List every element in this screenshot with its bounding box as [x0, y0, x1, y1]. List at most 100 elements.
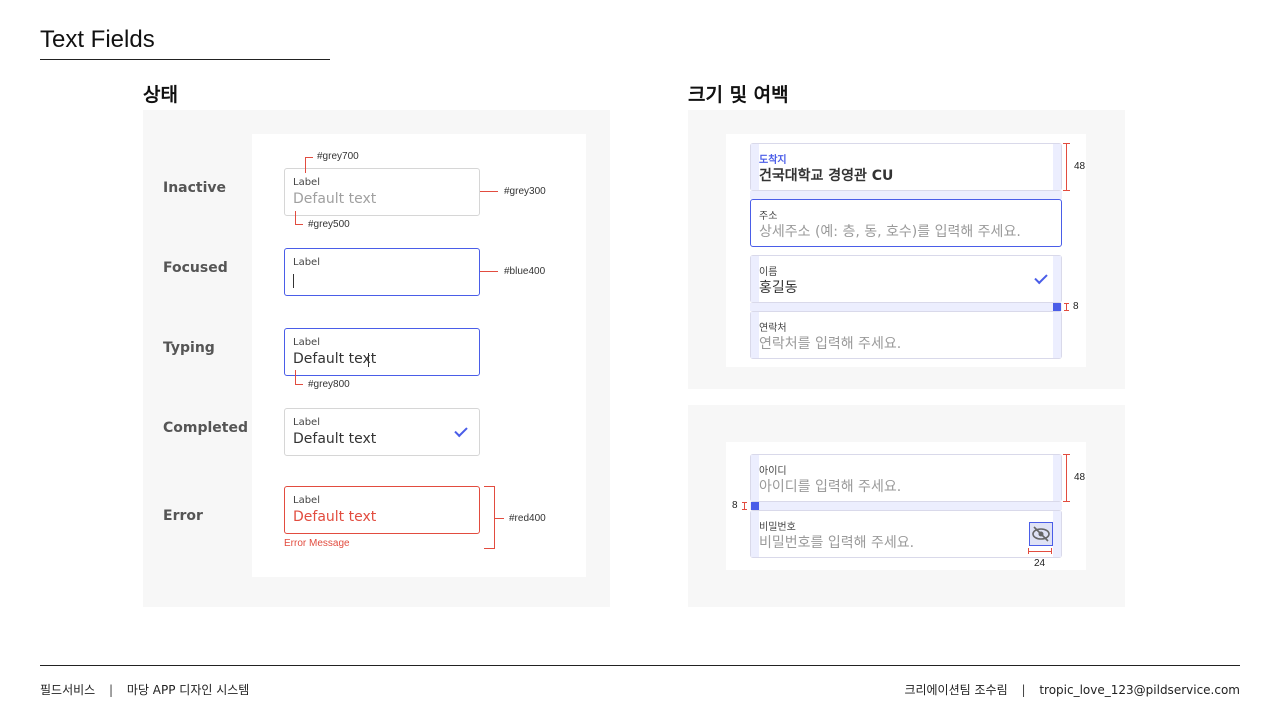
field-value: 건국대학교 경영관 CU [759, 168, 894, 184]
note-grey800: #grey800 [308, 379, 350, 390]
annotation-line [480, 271, 498, 272]
completed-text-field[interactable]: Label Default text [284, 408, 480, 456]
annotation-line [305, 157, 306, 173]
footer-divider [40, 665, 1240, 666]
field-label: 아이디 [759, 466, 787, 477]
padding-guide [1053, 511, 1061, 557]
gap-marker [1053, 303, 1061, 311]
field-label: Label [293, 257, 320, 268]
padding-guide [751, 144, 759, 190]
error-message: Error Message [284, 538, 350, 549]
annotation-line [295, 224, 303, 225]
dimension-line [1064, 310, 1069, 311]
dimension-line [1064, 303, 1069, 304]
gap-dimension: 8 [732, 500, 738, 511]
padding-guide [1053, 312, 1061, 358]
footer-separator: | [1021, 683, 1026, 697]
field-value: 홍길동 [759, 280, 798, 296]
gap-guide [750, 303, 1062, 311]
dimension-line [1063, 143, 1070, 144]
annotation-line [295, 384, 303, 385]
annotation-line [305, 157, 313, 158]
text-cursor [368, 353, 369, 367]
state-name-inactive: Inactive [163, 180, 227, 196]
state-name-error: Error [163, 508, 203, 524]
gap-marker [751, 502, 759, 510]
dimension-line [1066, 454, 1067, 502]
footer-left: 필드서비스 | 마당 APP 디자인 시스템 [40, 681, 249, 698]
focused-text-field[interactable]: Label [284, 248, 480, 296]
padding-guide [1053, 256, 1061, 302]
state-name-completed: Completed [163, 420, 249, 436]
state-name-typing: Typing [163, 340, 215, 356]
note-grey500: #grey500 [308, 219, 350, 230]
dimension-line [1063, 501, 1070, 502]
field-label: Label [293, 495, 320, 506]
padding-guide [751, 511, 759, 557]
size-section-title: 크기 및 여백 [688, 84, 789, 106]
inactive-text-field[interactable]: Label Default text [284, 168, 480, 216]
error-text-field[interactable]: Label Default text [284, 486, 480, 534]
note-grey700: #grey700 [317, 151, 359, 162]
gap-guide [750, 191, 1062, 199]
annotation-line [295, 211, 296, 225]
gap-guide [750, 502, 1062, 510]
height-dimension: 48 [1074, 472, 1086, 483]
field-label: 도착지 [759, 155, 787, 166]
contact-field[interactable]: 연락처 연락처를 입력해 주세요. [750, 311, 1062, 359]
field-value: Default text [293, 191, 377, 207]
annotation-line [480, 191, 498, 192]
destination-field[interactable]: 도착지 건국대학교 경영관 CU [750, 143, 1062, 191]
field-placeholder: 아이디를 입력해 주세요. [759, 479, 902, 495]
padding-guide [751, 455, 759, 501]
note-blue400: #blue400 [504, 266, 546, 277]
state-name-focused: Focused [163, 260, 228, 276]
field-value: Default text [293, 351, 377, 367]
annotation-line [494, 518, 504, 519]
typing-text-field[interactable]: Label Default text [284, 328, 480, 376]
gap-dimension: 8 [1073, 301, 1079, 312]
padding-guide [751, 256, 759, 302]
team-name: 크리에이션팀 조수림 [904, 683, 1008, 697]
user-id-field[interactable]: 아이디 아이디를 입력해 주세요. [750, 454, 1062, 502]
padding-guide [1053, 144, 1061, 190]
dimension-line [1051, 548, 1052, 554]
address-field[interactable]: 주소 상세주소 (예: 층, 동, 호수)를 입력해 주세요. [750, 199, 1062, 247]
annotation-line [484, 548, 495, 549]
page-title: Text Fields [40, 26, 155, 53]
annotation-line [295, 370, 296, 385]
field-label: 비밀번호 [759, 522, 796, 533]
dimension-line [1028, 548, 1029, 554]
icon-dimension: 24 [1034, 558, 1046, 569]
field-label: Label [293, 177, 320, 188]
note-red400: #red400 [509, 513, 546, 524]
dimension-line [742, 509, 747, 510]
padding-guide [1053, 455, 1061, 501]
company-name: 필드서비스 [40, 683, 96, 697]
field-label: Label [293, 417, 320, 428]
field-label: 주소 [759, 211, 778, 222]
dimension-line [1063, 454, 1070, 455]
field-placeholder: 상세주소 (예: 층, 동, 호수)를 입력해 주세요. [759, 224, 1021, 240]
field-label: 이름 [759, 267, 778, 278]
eye-off-icon[interactable] [1029, 522, 1053, 546]
footer-right: 크리에이션팀 조수림 | tropic_love_123@pildservice… [904, 681, 1240, 698]
text-cursor [293, 274, 294, 288]
height-dimension: 48 [1074, 161, 1086, 172]
dimension-line [742, 502, 747, 503]
product-name: 마당 APP 디자인 시스템 [126, 683, 250, 697]
states-section-title: 상태 [143, 84, 178, 106]
footer-separator: | [109, 683, 114, 697]
name-field[interactable]: 이름 홍길동 [750, 255, 1062, 303]
dimension-line [1063, 190, 1070, 191]
contact-email[interactable]: tropic_love_123@pildservice.com [1039, 683, 1240, 697]
dimension-line [1066, 143, 1067, 191]
field-label: 연락처 [759, 323, 787, 334]
field-value: Default text [293, 509, 377, 525]
field-label: Label [293, 337, 320, 348]
password-field[interactable]: 비밀번호 비밀번호를 입력해 주세요. [750, 510, 1062, 558]
note-grey300: #grey300 [504, 186, 546, 197]
title-divider [40, 59, 330, 60]
padding-guide [751, 312, 759, 358]
field-value: Default text [293, 431, 377, 447]
